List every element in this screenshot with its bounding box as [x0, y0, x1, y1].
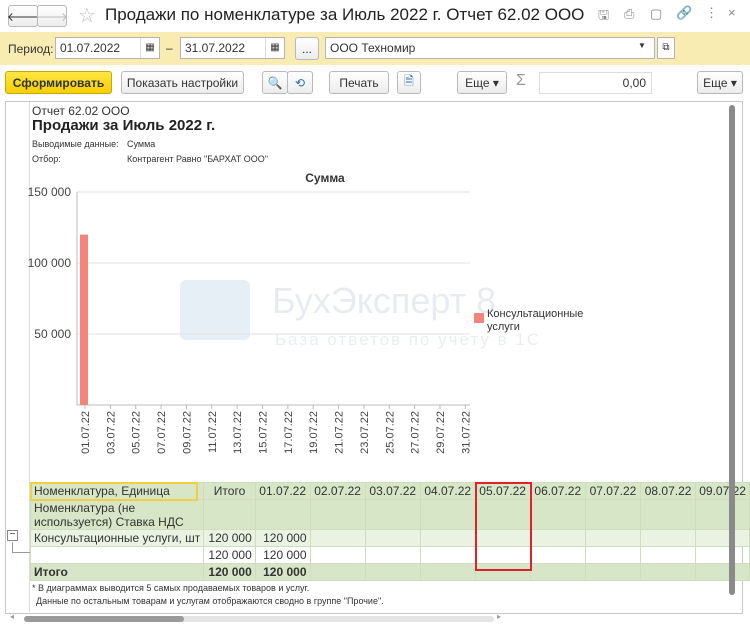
row-total: 120 000: [203, 546, 256, 564]
x-tick-label: 29.07.22: [435, 411, 447, 454]
y-tick-label: 150 000: [28, 185, 72, 199]
row-total: 120 000: [203, 529, 256, 547]
organization-input[interactable]: ООО Техномир: [325, 37, 655, 59]
search-icon[interactable]: 🔍: [262, 71, 288, 94]
sum-value: 0,00: [622, 76, 646, 90]
sum-field: 0,00: [539, 72, 652, 94]
x-tick-label: 01.07.22: [80, 411, 92, 454]
row-name: Консультационные услуги, шт: [29, 529, 205, 547]
output-value: Сумма: [127, 139, 156, 149]
preview-icon[interactable]: 🗎: [397, 71, 421, 94]
subheader-cell: Номенклатура (не используется) Ставка НД…: [29, 499, 205, 530]
more-button[interactable]: Еще ▾: [457, 71, 507, 94]
sales-chart: Сумма 150 000 100 000 50 000 01.07.22 03.07.2…: [28, 171, 584, 454]
collapse-icon[interactable]: −: [7, 530, 18, 541]
legend-label: Консультационные услуги: [487, 308, 583, 333]
column-header[interactable]: 04.07.22: [419, 482, 476, 500]
print-icon[interactable]: ⎙: [624, 6, 634, 22]
total-day-value: 120 000: [254, 563, 311, 581]
column-header[interactable]: 01.07.22: [254, 482, 311, 500]
calendar-icon[interactable]: ▦: [140, 38, 159, 58]
open-icon[interactable]: ⧉: [657, 37, 675, 59]
table-row[interactable]: 120 000 120 000: [29, 546, 750, 564]
column-header[interactable]: 08.07.22: [640, 482, 697, 500]
y-tick-label: 100 000: [28, 256, 72, 270]
date-to-value: 31.07.2022: [185, 41, 246, 55]
column-header[interactable]: 09.07.22: [695, 482, 750, 500]
x-tick-label: 07.07.22: [156, 411, 168, 454]
chart-title: Сумма: [305, 171, 345, 185]
close-icon[interactable]: ×: [728, 5, 736, 20]
row-value: 120 000: [254, 546, 311, 564]
x-tick-label: 19.07.22: [308, 411, 320, 454]
save-icon[interactable]: 🖫: [598, 6, 609, 28]
total-row: Итого 120 000 120 000: [29, 563, 750, 581]
more-button-2[interactable]: Еще ▾: [697, 71, 743, 94]
x-tick-label: 05.07.22: [131, 411, 143, 454]
report-title: Продажи за Июль 2022 г.: [32, 117, 216, 134]
x-tick-label: 15.07.22: [257, 411, 269, 454]
horizontal-scrollbar-thumb[interactable]: [24, 616, 184, 622]
total-value: 120 000: [203, 563, 256, 581]
column-header[interactable]: 02.07.22: [309, 482, 366, 500]
x-tick-label: 13.07.22: [232, 411, 244, 454]
search-cancel-icon[interactable]: ⟲: [287, 71, 313, 94]
date-from-value: 01.07.2022: [60, 41, 121, 55]
selected-cell: [30, 482, 198, 501]
highlight-column: [475, 482, 532, 571]
dropdown-icon[interactable]: ▼: [638, 41, 646, 50]
more-menu-icon[interactable]: ⋮: [705, 5, 718, 21]
back-button[interactable]: 🡐: [7, 5, 39, 27]
x-tick-label: 09.07.22: [181, 411, 193, 454]
x-tick-label: 03.07.22: [105, 411, 117, 454]
scroll-left-icon[interactable]: ◂: [10, 612, 14, 621]
column-header[interactable]: 03.07.22: [364, 482, 421, 500]
scroll-right-icon[interactable]: ▸: [497, 612, 501, 621]
total-label: Итого: [29, 563, 205, 581]
print-button[interactable]: Печать: [329, 71, 389, 94]
legend-swatch: [474, 313, 484, 323]
output-label: Выводимые данные:: [32, 139, 119, 149]
period-select-button[interactable]: ...: [295, 37, 319, 60]
calendar-icon[interactable]: ▦: [265, 38, 284, 58]
sigma-icon: Σ: [516, 72, 526, 89]
window-title: Продажи по номенклатуре за Июль 2022 г. …: [105, 5, 585, 24]
table-row[interactable]: Консультационные услуги, шт 120 000 120 00…: [29, 529, 750, 547]
dash: –: [166, 41, 173, 55]
column-header[interactable]: Итого: [203, 482, 256, 500]
x-tick-label: 11.07.22: [207, 411, 219, 453]
x-tick-label: 17.07.22: [283, 411, 295, 454]
star-icon[interactable]: ☆: [78, 3, 96, 28]
x-tick-label: 27.07.22: [410, 411, 422, 454]
forward-button[interactable]: 🡒: [36, 5, 68, 27]
period-label: Период:: [8, 42, 54, 56]
more-label: Еще: [465, 75, 490, 90]
x-tick-label: 21.07.22: [334, 411, 346, 454]
vertical-scrollbar[interactable]: [729, 105, 735, 595]
column-header[interactable]: 06.07.22: [529, 482, 586, 500]
x-tick-label: 25.07.22: [384, 411, 396, 454]
row-value: 120 000: [254, 529, 311, 547]
footnote-1: * В диаграммах выводится 5 самых продава…: [32, 583, 310, 593]
report-header: Отчет 62.02 ООО: [32, 104, 130, 118]
more-label: Еще: [703, 75, 728, 90]
table-subheader-row: Номенклатура (не используется) Ставка НД…: [29, 499, 750, 530]
footnote-2: Данные по остальным товарам и услугам от…: [36, 596, 384, 606]
link-icon[interactable]: 🔗: [676, 5, 692, 21]
organization-value: ООО Техномир: [330, 41, 416, 55]
y-tick-label: 50 000: [34, 327, 71, 341]
column-header[interactable]: 07.07.22: [584, 482, 642, 500]
show-settings-button[interactable]: Показать настройки: [121, 71, 244, 94]
x-tick-label: 23.07.22: [359, 411, 371, 454]
row-name: [29, 546, 205, 564]
bar: [80, 234, 88, 405]
x-tick-label: 31.07.22: [460, 411, 472, 454]
generate-button[interactable]: Сформировать: [5, 71, 112, 94]
preview-icon[interactable]: ▢: [650, 6, 662, 22]
